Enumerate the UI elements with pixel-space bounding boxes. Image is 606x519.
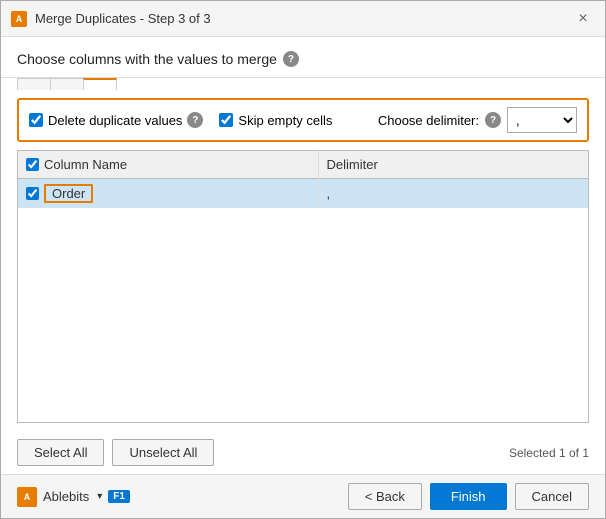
f1-badge[interactable]: F1 xyxy=(108,490,130,503)
tab-3[interactable] xyxy=(83,78,117,90)
footer-left-buttons: Select All Unselect All xyxy=(17,439,214,466)
brand-chevron-icon: ▾ xyxy=(97,491,102,502)
dialog-header: Choose columns with the values to merge … xyxy=(1,37,605,78)
header-checkbox[interactable] xyxy=(26,158,39,171)
title-bar-left: A Merge Duplicates - Step 3 of 3 xyxy=(11,11,211,27)
delete-duplicates-label: Delete duplicate values xyxy=(48,113,182,128)
delimiter-label: Choose delimiter: xyxy=(378,113,479,128)
brand-icon: A xyxy=(17,487,37,507)
row-checkbox-cell: Order xyxy=(26,184,310,203)
back-button[interactable]: < Back xyxy=(348,483,422,510)
row-checkbox[interactable] xyxy=(26,187,39,200)
brand-name: Ablebits xyxy=(43,489,89,504)
delimiter-select[interactable]: , ; | Space Tab xyxy=(507,107,577,133)
skip-empty-checkbox-label[interactable]: Skip empty cells xyxy=(219,113,332,128)
cancel-button[interactable]: Cancel xyxy=(515,483,589,510)
column-name-header: Column Name xyxy=(18,151,318,179)
column-name-header-text: Column Name xyxy=(44,157,127,172)
row-name: Order xyxy=(44,184,93,203)
close-button[interactable]: × xyxy=(571,7,595,31)
footer-nav-buttons: < Back Finish Cancel xyxy=(348,483,589,510)
columns-table: Column Name Delimiter Order , xyxy=(18,151,588,208)
delimiter-header: Delimiter xyxy=(318,151,588,179)
title-bar-text: Merge Duplicates - Step 3 of 3 xyxy=(35,11,211,26)
delete-duplicates-checkbox[interactable] xyxy=(29,113,43,127)
table-row[interactable]: Order , xyxy=(18,179,588,209)
unselect-all-button[interactable]: Unselect All xyxy=(112,439,214,466)
title-bar: A Merge Duplicates - Step 3 of 3 × xyxy=(1,1,605,37)
delete-duplicates-help-icon[interactable]: ? xyxy=(187,112,203,128)
dialog: A Merge Duplicates - Step 3 of 3 × Choos… xyxy=(0,0,606,519)
header-help-icon[interactable]: ? xyxy=(283,51,299,67)
tabs-area xyxy=(1,78,605,90)
header-checkbox-cell: Column Name xyxy=(26,157,310,172)
skip-empty-label: Skip empty cells xyxy=(238,113,332,128)
select-all-button[interactable]: Select All xyxy=(17,439,104,466)
brand-area[interactable]: A Ablebits ▾ F1 xyxy=(17,487,130,507)
dialog-title-row: Choose columns with the values to merge … xyxy=(17,51,589,67)
dialog-title-text: Choose columns with the values to merge xyxy=(17,51,277,67)
delete-duplicates-checkbox-label[interactable]: Delete duplicate values ? xyxy=(29,112,203,128)
dialog-footer: A Ablebits ▾ F1 < Back Finish Cancel xyxy=(1,474,605,518)
footer-buttons-area: Select All Unselect All Selected 1 of 1 xyxy=(1,431,605,474)
delimiter-section: Choose delimiter: ? , ; | Space Tab xyxy=(378,107,577,133)
table-cell-name: Order xyxy=(18,179,318,209)
table-cell-delimiter: , xyxy=(318,179,588,209)
tab-2[interactable] xyxy=(50,78,84,90)
options-bar: Delete duplicate values ? Skip empty cel… xyxy=(17,98,589,142)
finish-button[interactable]: Finish xyxy=(430,483,507,510)
table-container: Column Name Delimiter Order , xyxy=(17,150,589,423)
table-header-row: Column Name Delimiter xyxy=(18,151,588,179)
app-icon: A xyxy=(11,11,27,27)
delimiter-help-icon[interactable]: ? xyxy=(485,112,501,128)
tab-1[interactable] xyxy=(17,78,51,90)
skip-empty-checkbox[interactable] xyxy=(219,113,233,127)
selected-status: Selected 1 of 1 xyxy=(509,446,589,460)
